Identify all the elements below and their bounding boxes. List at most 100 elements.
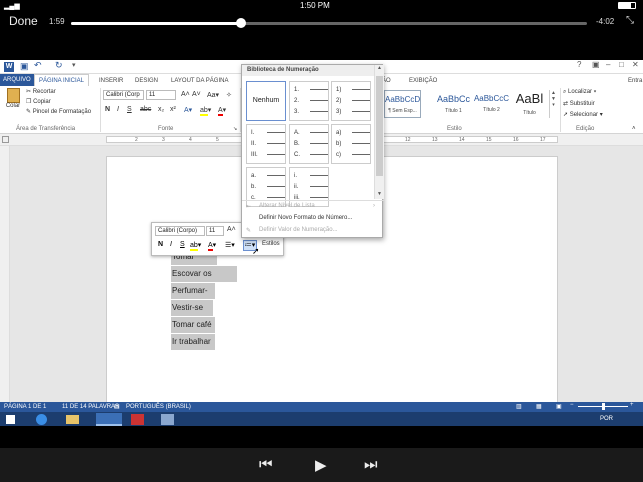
fullscreen-toggle-icon[interactable]: ⤡	[626, 15, 638, 27]
app-taskbar-icon[interactable]	[131, 414, 144, 425]
done-button[interactable]: Done	[9, 14, 38, 28]
dropdown-scrollbar[interactable]: ▲ ▼	[374, 65, 384, 199]
font-dialog-launcher-icon[interactable]: ↘	[233, 126, 237, 132]
scrubber-track[interactable]	[71, 18, 587, 28]
image-taskbar-icon[interactable]	[161, 414, 174, 425]
numbering-none-option[interactable]: Nenhum	[246, 81, 286, 121]
shrink-font-icon[interactable]: A˅	[192, 91, 201, 98]
numbering-format-option[interactable]: 1. 2. 3.	[289, 81, 329, 121]
tab-design[interactable]: DESIGN	[131, 76, 162, 86]
word-count[interactable]: 11 DE 14 PALAVRAS	[62, 404, 119, 410]
customize-quick-access-icon[interactable]: ▾	[72, 61, 76, 69]
numbering-format-option[interactable]: a) b) c)	[331, 124, 371, 164]
collapse-ribbon-icon[interactable]: ˄	[632, 126, 636, 132]
subscript-icon[interactable]: x₂	[158, 106, 164, 113]
highlight-icon[interactable]: ab▾	[200, 106, 211, 116]
copy-button[interactable]: ❐ Copiar	[26, 98, 51, 105]
mini-bold-icon[interactable]: N	[158, 241, 163, 248]
select-button[interactable]: ➚ Selecionar ▾	[563, 111, 603, 118]
numbering-format-option[interactable]: i. ii. iii.	[289, 167, 329, 207]
underline-icon[interactable]: S	[127, 106, 132, 113]
list-item[interactable]: Vestir-se	[171, 300, 213, 316]
replace-button[interactable]: ⇄ Substituir	[563, 100, 595, 107]
next-track-icon[interactable]: ⏭	[364, 456, 378, 473]
style-titulo2[interactable]: AaBbCcC Título 2	[473, 90, 510, 118]
folder-icon[interactable]	[66, 415, 79, 424]
read-mode-icon[interactable]: ▥	[516, 403, 522, 410]
tab-exibicao[interactable]: EXIBIÇÃO	[405, 76, 441, 86]
language-indicator[interactable]: PORTUGUÊS (BRASIL)	[126, 404, 191, 410]
tab-inserir[interactable]: INSERIR	[95, 76, 127, 86]
bold-icon[interactable]: N	[105, 106, 110, 113]
zoom-in-icon[interactable]: +	[630, 402, 634, 408]
zoom-thumb[interactable]	[602, 403, 605, 410]
mini-bullets-icon[interactable]: ☰▾	[225, 241, 235, 249]
help-icon[interactable]: ?	[577, 60, 581, 69]
sign-in-link[interactable]: Entra	[624, 76, 643, 86]
scroll-up-icon[interactable]: ▲	[377, 65, 382, 71]
superscript-icon[interactable]: x²	[170, 106, 176, 113]
scroll-thumb[interactable]	[376, 76, 383, 176]
format-painter-button[interactable]: ✎ Pincel de Formatação	[26, 108, 91, 115]
menu-define-number-format[interactable]: Definir Novo Formato de Número...	[259, 215, 352, 221]
grow-font-icon[interactable]: A˄	[181, 91, 190, 98]
mini-styles-button[interactable]: Estilos	[262, 241, 280, 247]
numbering-format-option[interactable]: A. B. C.	[289, 124, 329, 164]
list-item[interactable]: Ir trabalhar	[171, 334, 215, 350]
mini-font-dropdown[interactable]: Calibri (Corpo)	[155, 226, 205, 236]
tab-arquivo[interactable]: ARQUIVO	[0, 74, 34, 86]
mini-highlight-icon[interactable]: ab▾	[190, 241, 201, 251]
italic-icon[interactable]: I	[117, 106, 119, 113]
web-layout-icon[interactable]: ▣	[556, 403, 562, 410]
mini-underline-icon[interactable]: S	[180, 241, 185, 248]
font-size-dropdown[interactable]: 11	[146, 90, 176, 100]
numbering-format-option[interactable]: 1) 2) 3)	[331, 81, 371, 121]
numbering-marker: C.	[294, 152, 300, 158]
style-titulo[interactable]: AaBl Título	[511, 90, 548, 118]
mini-grow-font-icon[interactable]: A˄	[227, 226, 236, 233]
style-sem-espacamento[interactable]: AaBbCcDc ¶ Sem Esp...	[384, 90, 421, 118]
play-icon[interactable]: ▶	[315, 456, 327, 474]
text-effects-icon[interactable]: A▾	[184, 106, 192, 114]
replace-icon: ⇄	[563, 101, 569, 107]
zoom-out-icon[interactable]: −	[570, 402, 574, 408]
undo-icon[interactable]: ↶	[34, 60, 42, 71]
find-button[interactable]: ⌕ Localizar ▾	[563, 89, 596, 96]
previous-track-icon[interactable]: ⏮	[259, 456, 273, 473]
mini-size-dropdown[interactable]: 11	[206, 226, 224, 236]
list-item[interactable]: Escovar os dentes	[171, 266, 237, 294]
mini-font-color-icon[interactable]: A▾	[208, 241, 216, 251]
list-item[interactable]: Tomar café	[171, 317, 215, 333]
list-item[interactable]: Perfumar-se	[171, 283, 215, 311]
mini-italic-icon[interactable]: I	[170, 241, 172, 248]
font-name-dropdown[interactable]: Calibri (Corp	[103, 90, 144, 100]
tab-layout[interactable]: LAYOUT DA PÁGINA	[167, 76, 232, 86]
change-case-icon[interactable]: Aa▾	[207, 91, 219, 99]
styles-scroll[interactable]: ▲ ▼ ▾	[549, 90, 557, 118]
page-count[interactable]: PÁGINA 1 DE 1	[4, 404, 46, 410]
windows-start-icon[interactable]	[6, 415, 15, 424]
proofing-icon[interactable]: ▤	[114, 403, 120, 410]
redo-icon[interactable]: ↻	[55, 60, 63, 71]
tab-selector-icon[interactable]	[2, 136, 9, 143]
minimize-icon[interactable]: –	[606, 60, 610, 69]
strikethrough-icon[interactable]: abc	[140, 106, 151, 113]
font-color-icon[interactable]: A▾	[218, 106, 226, 116]
clear-formatting-icon[interactable]: ✧	[226, 91, 232, 99]
tab-pagina-inicial[interactable]: PÁGINA INICIAL	[34, 74, 90, 86]
save-icon[interactable]: ▣	[20, 61, 29, 72]
scrubber-thumb[interactable]	[236, 18, 246, 28]
ribbon-display-icon[interactable]: ▣	[592, 60, 600, 69]
scroll-down-icon[interactable]: ▼	[377, 191, 382, 197]
print-layout-icon[interactable]: ▦	[536, 403, 542, 410]
close-icon[interactable]: ✕	[632, 60, 639, 69]
numbering-format-option[interactable]: a. b. c.	[246, 167, 286, 207]
browser-icon[interactable]	[36, 414, 47, 425]
maximize-icon[interactable]: □	[619, 60, 624, 69]
tray-language[interactable]: POR	[600, 416, 613, 422]
cut-button[interactable]: ✂ Recortar	[26, 88, 56, 95]
numbering-format-option[interactable]: I. II. III.	[246, 124, 286, 164]
style-titulo1[interactable]: AaBbCc Título 1	[435, 90, 472, 118]
word-taskbar-icon[interactable]	[96, 413, 122, 426]
paste-button[interactable]: Colar	[4, 88, 22, 109]
